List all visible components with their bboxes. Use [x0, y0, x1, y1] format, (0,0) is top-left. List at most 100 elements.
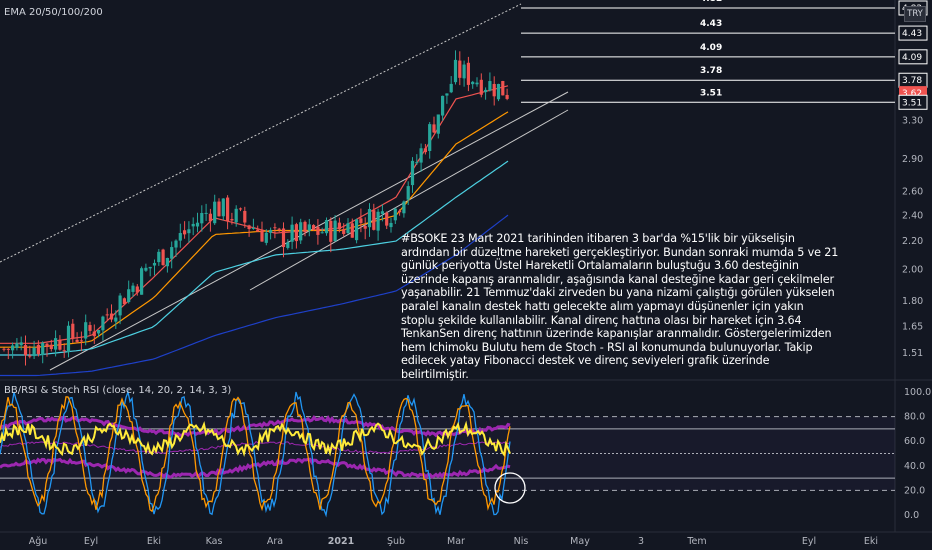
- candle-body[interactable]: [49, 344, 53, 350]
- candle-body[interactable]: [281, 228, 286, 248]
- candle-body[interactable]: [122, 298, 126, 304]
- candle-body[interactable]: [109, 313, 114, 320]
- candle-body[interactable]: [376, 211, 380, 231]
- candle-body[interactable]: [479, 79, 483, 95]
- candle-body[interactable]: [385, 212, 389, 226]
- candle-body[interactable]: [445, 93, 449, 96]
- candle-body[interactable]: [11, 345, 15, 351]
- candle-body[interactable]: [428, 124, 432, 151]
- candle-body[interactable]: [367, 209, 372, 228]
- candle-body[interactable]: [264, 232, 268, 243]
- candle-body[interactable]: [415, 162, 419, 164]
- candle-body[interactable]: [320, 232, 324, 234]
- candle-body[interactable]: [152, 262, 157, 266]
- candle-body[interactable]: [466, 62, 470, 85]
- candle-body[interactable]: [488, 81, 492, 91]
- candle-body[interactable]: [333, 220, 337, 242]
- candle-body[interactable]: [363, 225, 367, 229]
- candle-body[interactable]: [178, 233, 182, 241]
- candle-body[interactable]: [54, 338, 58, 350]
- candle-body[interactable]: [243, 210, 247, 223]
- candle-body[interactable]: [462, 64, 466, 79]
- candle-body[interactable]: [458, 60, 462, 78]
- candle-body[interactable]: [342, 229, 346, 234]
- candle-body[interactable]: [66, 325, 71, 353]
- candle-body[interactable]: [471, 81, 475, 85]
- candle-body[interactable]: [230, 219, 234, 221]
- candle-body[interactable]: [32, 347, 36, 357]
- candle-body[interactable]: [165, 257, 169, 267]
- chart-annotation-text[interactable]: #BSOKE 23 Mart 2021 tarihinden itibaren …: [401, 232, 839, 382]
- candle-body[interactable]: [6, 348, 10, 350]
- candle-body[interactable]: [269, 229, 273, 233]
- candle-body[interactable]: [71, 323, 75, 339]
- candle-body[interactable]: [28, 355, 32, 357]
- candle-body[interactable]: [496, 83, 501, 100]
- candle-body[interactable]: [260, 230, 264, 242]
- candle-body[interactable]: [191, 223, 195, 227]
- candle-body[interactable]: [372, 210, 376, 230]
- candle-body[interactable]: [174, 240, 178, 248]
- candle-body[interactable]: [359, 218, 363, 223]
- candle-body[interactable]: [118, 295, 122, 316]
- candle-body[interactable]: [441, 95, 445, 116]
- candle-body[interactable]: [140, 268, 144, 295]
- candle-body[interactable]: [484, 89, 488, 93]
- candle-body[interactable]: [200, 212, 204, 224]
- candle-body[interactable]: [187, 229, 191, 234]
- candle-body[interactable]: [183, 230, 187, 235]
- currency-badge[interactable]: TRY: [904, 6, 926, 22]
- candle-body[interactable]: [329, 220, 333, 242]
- candle-body[interactable]: [307, 224, 311, 231]
- candle-body[interactable]: [273, 227, 277, 229]
- candle-body[interactable]: [277, 228, 281, 230]
- candle-body[interactable]: [131, 285, 135, 292]
- candle-body[interactable]: [101, 316, 105, 331]
- candle-body[interactable]: [15, 343, 19, 348]
- candle-body[interactable]: [294, 224, 298, 242]
- candle-body[interactable]: [312, 225, 316, 230]
- candle-body[interactable]: [251, 227, 255, 229]
- candle-body[interactable]: [92, 331, 96, 337]
- candle-body[interactable]: [350, 223, 354, 238]
- candle-body[interactable]: [62, 350, 66, 352]
- candle-body[interactable]: [221, 198, 225, 217]
- candle-body[interactable]: [41, 342, 45, 356]
- candle-body[interactable]: [436, 114, 440, 134]
- candle-body[interactable]: [105, 314, 109, 316]
- candle-body[interactable]: [449, 83, 453, 93]
- candle-body[interactable]: [88, 325, 92, 331]
- candle-body[interactable]: [316, 226, 320, 235]
- candle-body[interactable]: [247, 225, 251, 230]
- rsi-indicator-label[interactable]: BB/RSI & Stoch RSI (close, 14, 20, 2, 14…: [4, 385, 231, 396]
- candle-body[interactable]: [226, 197, 230, 222]
- candle-body[interactable]: [501, 81, 505, 96]
- candle-body[interactable]: [217, 201, 221, 217]
- candle-body[interactable]: [389, 222, 393, 228]
- candle-body[interactable]: [36, 344, 40, 355]
- candle-body[interactable]: [170, 247, 174, 259]
- candle-body[interactable]: [213, 201, 217, 224]
- candle-body[interactable]: [127, 289, 131, 303]
- candle-body[interactable]: [234, 208, 238, 223]
- candle-body[interactable]: [423, 148, 427, 153]
- candle-body[interactable]: [157, 251, 161, 263]
- candle-body[interactable]: [114, 317, 118, 322]
- candle-body[interactable]: [23, 345, 28, 356]
- candle-body[interactable]: [453, 59, 458, 83]
- candle-body[interactable]: [19, 342, 23, 346]
- candle-body[interactable]: [148, 266, 152, 269]
- candle-body[interactable]: [398, 210, 402, 213]
- candle-body[interactable]: [2, 348, 6, 350]
- candle-body[interactable]: [45, 343, 49, 347]
- candle-body[interactable]: [299, 222, 303, 241]
- candle-body[interactable]: [75, 339, 79, 342]
- candle-body[interactable]: [286, 242, 290, 248]
- candle-body[interactable]: [208, 213, 212, 222]
- candle-body[interactable]: [505, 94, 509, 99]
- candle-body[interactable]: [290, 224, 294, 242]
- candle-body[interactable]: [135, 286, 139, 293]
- candle-body[interactable]: [410, 160, 415, 186]
- candle-body[interactable]: [256, 229, 260, 232]
- candle-body[interactable]: [144, 267, 148, 271]
